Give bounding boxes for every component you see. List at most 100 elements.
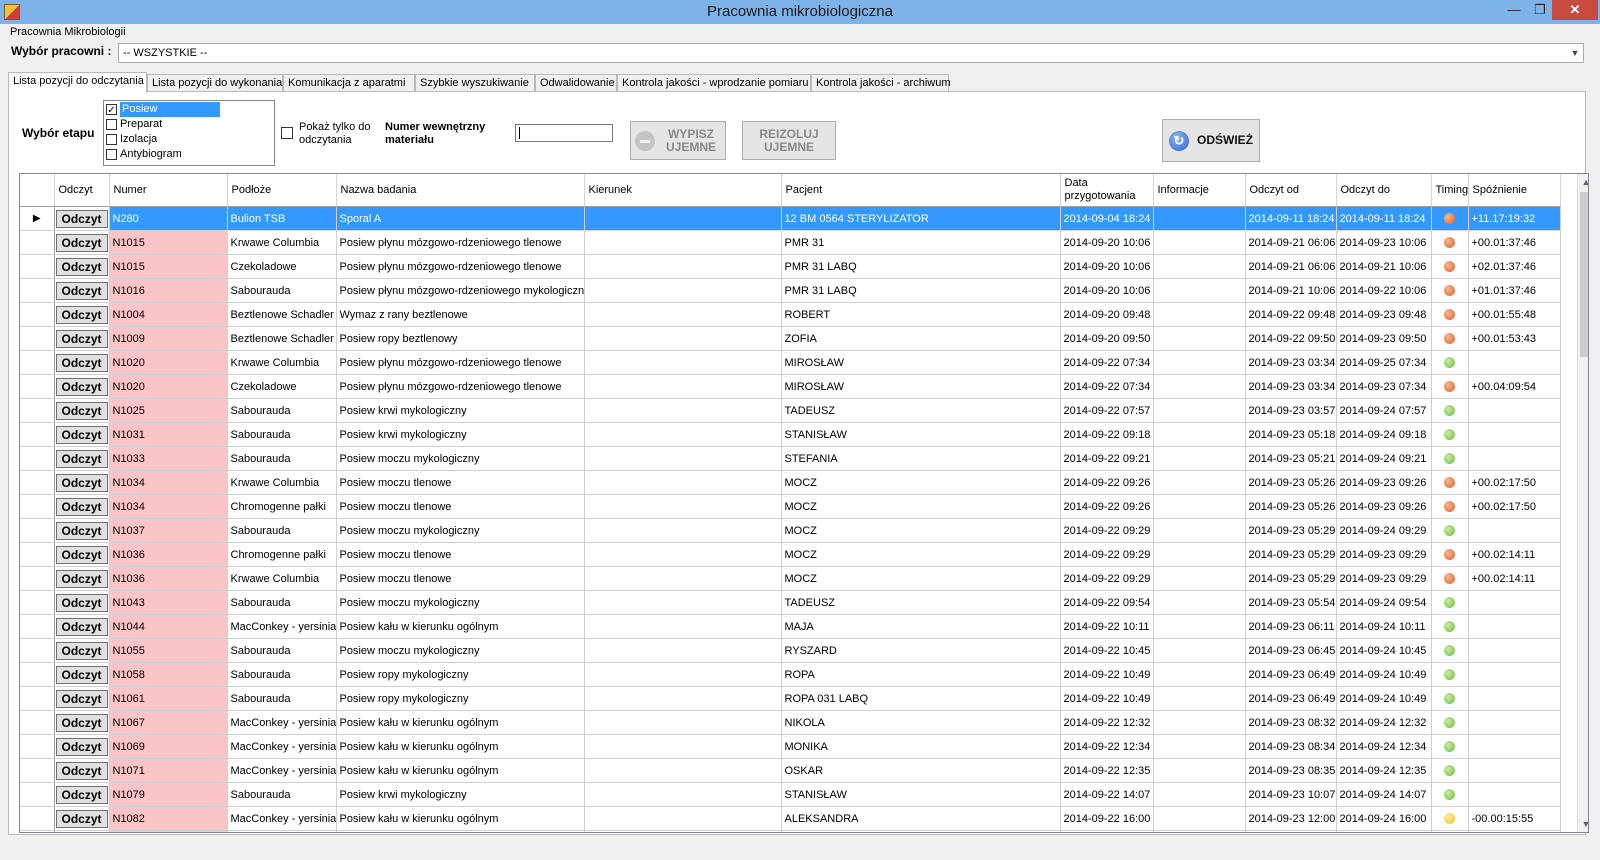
nazwa-badania-cell[interactable]: Posiew moczu mykologiczny — [336, 518, 585, 543]
kierunek-cell[interactable] — [584, 494, 782, 519]
odczyt-od-cell[interactable]: 2014-09-23 05:18 — [1245, 422, 1337, 447]
podloze-cell[interactable]: Czekoladowe — [227, 254, 337, 279]
header-numer[interactable]: Numer — [109, 174, 228, 207]
tab-kontrola-jakosci-archiwum[interactable]: Kontrola jakości - archiwum — [811, 74, 951, 91]
kierunek-cell[interactable] — [584, 302, 782, 327]
pacjent-cell[interactable]: OSKAR — [781, 758, 1061, 783]
kierunek-cell[interactable] — [584, 470, 782, 495]
informacje-cell[interactable] — [1153, 638, 1246, 663]
nazwa-badania-cell[interactable]: Posiew płynu mózgowo-rdzeniowego tlenowe — [336, 350, 585, 375]
odczyt-do-cell[interactable]: 2014-09-24 07:57 — [1336, 398, 1432, 423]
table-row[interactable]: Odczyt N1004 Beztlenowe Schadler Wymaz z ra… — [20, 302, 1561, 327]
nazwa-badania-cell[interactable]: Posiew moczu mykologiczny — [336, 590, 585, 615]
odczyt-od-cell[interactable]: 2014-09-21 10:06 — [1245, 278, 1337, 303]
header-informacje[interactable]: Informacje — [1153, 174, 1246, 207]
row-header[interactable] — [20, 710, 55, 735]
odczyt-button[interactable]: Odczyt — [55, 689, 108, 708]
odczyt-button[interactable]: Odczyt — [55, 809, 108, 828]
pacjent-cell[interactable]: MONIKA — [781, 734, 1061, 759]
odczyt-button[interactable]: Odczyt — [55, 209, 108, 228]
nazwa-badania-cell[interactable]: Posiew kału w kierunku ogólnym — [336, 734, 585, 759]
tab-odwalidowanie[interactable]: Odwalidowanie — [535, 74, 617, 91]
nazwa-badania-cell[interactable]: Wymaz z rany beztlenowe — [336, 302, 585, 327]
kierunek-cell[interactable] — [584, 662, 782, 687]
nazwa-badania-cell[interactable]: Posiew krwi mykologiczny — [336, 398, 585, 423]
row-header[interactable] — [20, 470, 55, 495]
odczyt-od-cell[interactable]: 2014-09-23 03:57 — [1245, 398, 1337, 423]
kierunek-cell[interactable] — [584, 782, 782, 807]
pacjent-cell[interactable]: PMR 31 LABQ — [781, 254, 1061, 279]
table-row[interactable]: Odczyt N1016 Sabourauda Posiew płynu mózgow… — [20, 278, 1561, 303]
pacjent-cell[interactable]: ROBERT — [781, 302, 1061, 327]
podloze-cell[interactable]: Sabourauda — [227, 446, 337, 471]
podloze-cell[interactable]: Hektoen/SS — [227, 830, 337, 832]
table-row[interactable]: Odczyt N1044 MacConkey - yersinia Posiew ka… — [20, 614, 1561, 639]
kierunek-cell[interactable] — [584, 446, 782, 471]
nazwa-badania-cell[interactable]: Posiew płynu mózgowo-rdzeniowego tlenowe — [336, 374, 585, 399]
pacjent-cell[interactable]: MAJA — [781, 614, 1061, 639]
odczyt-do-cell[interactable]: 2014-09-22 10:06 — [1336, 278, 1432, 303]
numer-cell[interactable]: N1086 — [109, 830, 228, 832]
numer-cell[interactable]: N1016 — [109, 278, 228, 303]
kierunek-cell[interactable] — [584, 326, 782, 351]
numer-cell[interactable]: N1025 — [109, 398, 228, 423]
kierunek-cell[interactable] — [584, 830, 782, 832]
informacje-cell[interactable] — [1153, 470, 1246, 495]
table-row[interactable]: Odczyt N1034 Chromogenne pałki Posiew moczu… — [20, 494, 1561, 519]
nazwa-badania-cell[interactable]: Posiew płynu mózgowo-rdzeniowego mykolog… — [336, 278, 585, 303]
row-header[interactable] — [20, 326, 55, 351]
pacjent-cell[interactable]: ROPA 031 LABQ — [781, 686, 1061, 711]
odczyt-button[interactable]: Odczyt — [55, 257, 108, 276]
row-header[interactable] — [20, 302, 55, 327]
odczyt-button[interactable]: Odczyt — [55, 401, 108, 420]
odczyt-do-cell[interactable]: 2014-09-23 10:06 — [1336, 230, 1432, 255]
header-data-przygotowania[interactable]: Data przygotowania — [1060, 174, 1154, 207]
numer-cell[interactable]: N1034 — [109, 494, 228, 519]
kierunek-cell[interactable] — [584, 398, 782, 423]
pacjent-cell[interactable]: PMR 31 — [781, 230, 1061, 255]
spoznienie-cell[interactable]: +11.17:19:32 — [1468, 206, 1561, 231]
nazwa-badania-cell[interactable]: Posiew moczu tlenowe — [336, 566, 585, 591]
odczyt-button[interactable]: Odczyt — [55, 497, 108, 516]
odczyt-do-cell[interactable]: 2014-09-23 09:26 — [1336, 494, 1432, 519]
numer-cell[interactable]: N1043 — [109, 590, 228, 615]
table-row[interactable]: Odczyt N1055 Sabourauda Posiew moczu mykolo… — [20, 638, 1561, 663]
numer-cell[interactable]: N1082 — [109, 806, 228, 831]
timing-cell[interactable] — [1431, 806, 1469, 831]
spoznienie-cell[interactable]: +00.02:17:50 — [1468, 470, 1561, 495]
data-przygotowania-cell[interactable]: 2014-09-22 09:29 — [1060, 518, 1154, 543]
tab-kontrola-jakosci-pomiar[interactable]: Kontrola jakości - wprodzanie pomiaru — [617, 74, 811, 91]
close-button[interactable]: ✕ — [1552, 0, 1598, 20]
data-przygotowania-cell[interactable]: 2014-09-22 09:29 — [1060, 566, 1154, 591]
informacje-cell[interactable] — [1153, 686, 1246, 711]
kierunek-cell[interactable] — [584, 734, 782, 759]
table-row[interactable]: Odczyt N1079 Sabourauda Posiew krwi mykolog… — [20, 782, 1561, 807]
tab-szybkie-wyszukiwanie[interactable]: Szybkie wyszukiwanie — [415, 74, 535, 91]
pacjent-cell[interactable]: ROPA — [781, 662, 1061, 687]
odczyt-od-cell[interactable]: 2014-09-21 06:06 — [1245, 254, 1337, 279]
vertical-scrollbar[interactable]: ▲ ▼ — [1577, 174, 1588, 832]
odczyt-button[interactable]: Odczyt — [55, 617, 108, 636]
row-header[interactable] — [20, 446, 55, 471]
checkbox-icon[interactable] — [106, 148, 117, 160]
data-przygotowania-cell[interactable]: 2014-09-22 09:18 — [1060, 422, 1154, 447]
data-przygotowania-cell[interactable]: 2014-09-22 09:26 — [1060, 470, 1154, 495]
kierunek-cell[interactable] — [584, 566, 782, 591]
pacjent-cell[interactable]: RYSZARD — [781, 638, 1061, 663]
table-row[interactable]: Odczyt N1015 Krwawe Columbia Posiew płynu m… — [20, 230, 1561, 255]
podloze-cell[interactable]: Krwawe Columbia — [227, 350, 337, 375]
spoznienie-cell[interactable] — [1468, 518, 1561, 543]
header-timing[interactable]: Timing — [1431, 174, 1469, 207]
numer-cell[interactable]: N1061 — [109, 686, 228, 711]
row-header[interactable] — [20, 398, 55, 423]
table-row[interactable]: Odczyt N1058 Sabourauda Posiew ropy mykolog… — [20, 662, 1561, 687]
kierunek-cell[interactable] — [584, 230, 782, 255]
informacje-cell[interactable] — [1153, 302, 1246, 327]
spoznienie-cell[interactable] — [1468, 350, 1561, 375]
informacje-cell[interactable] — [1153, 254, 1246, 279]
numer-cell[interactable]: N1044 — [109, 614, 228, 639]
row-header[interactable] — [20, 830, 55, 832]
table-row[interactable]: Odczyt N1025 Sabourauda Posiew krwi mykolog… — [20, 398, 1561, 423]
odczyt-od-cell[interactable]: 2014-09-23 05:26 — [1245, 470, 1337, 495]
pacjent-cell[interactable]: ALEKSANDRA — [781, 806, 1061, 831]
